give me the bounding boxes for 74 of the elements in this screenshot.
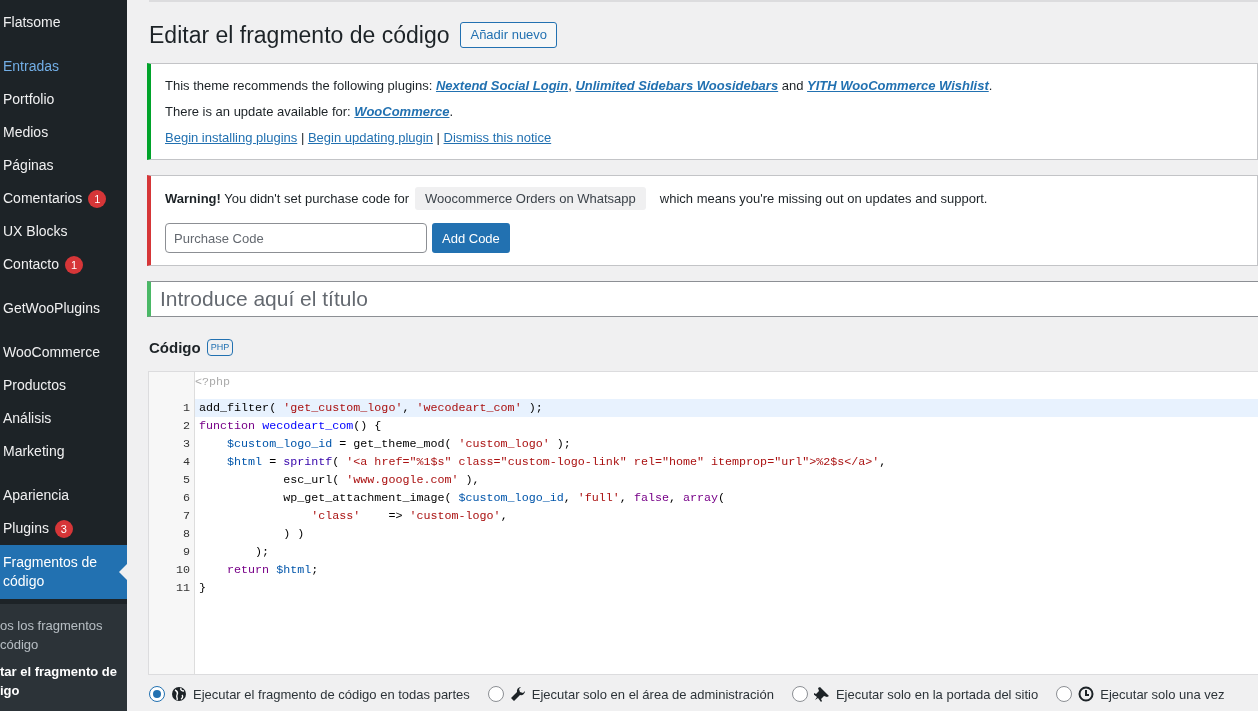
submenu-item[interactable]: tar el fragmento de igo [0,658,127,704]
line-number: 7 [182,508,191,525]
separator-text: | [299,130,306,145]
code-line: esc_url( 'www.google.com' ), [282,472,481,489]
line-number: 2 [182,418,191,435]
menu-item[interactable]: Comentarios 1 [0,182,127,215]
option-label[interactable]: Ejecutar el fragmento de código en todas partes [193,686,470,702]
code-line: $custom_logo_id = get_theme_mod( 'custom_logo' ); [226,436,572,453]
menu-item[interactable]: Análisis [0,402,127,435]
separator-text: | [435,130,441,145]
count-badge: 1 [88,189,107,208]
count-badge: 1 [65,255,84,274]
menu-item[interactable]: GetWooPlugins [0,292,127,325]
code-line: ); [254,544,271,561]
plugin-link[interactable]: YITH WooCommerce Wishlist [807,78,989,93]
code-line: 'class' => 'custom-logo', [310,508,509,525]
menu-item[interactable]: Medios [0,116,127,149]
globe-icon [171,686,187,702]
menu-item[interactable]: Contacto 1 [0,248,127,281]
clock-icon [1078,686,1095,702]
code-line: function wecodeart_com() { [198,418,383,435]
code-line: $html = sprintf( '<a href="%1$s" class="custom-logo-link" rel="home" itemprop="url">%2$s</a>', [226,454,888,471]
line-number: 6 [182,490,191,507]
line-number: 4 [182,454,191,471]
warning-text: Warning! You didn't set purchase code for [165,191,410,206]
code-line: } [198,580,207,597]
code-line: <?php [195,374,232,391]
plugin-link[interactable]: Unlimited Sidebars Woosidebars [575,78,779,93]
line-number: 5 [182,472,191,489]
notice-link[interactable]: Dismiss this notice [443,130,552,145]
menu-item[interactable]: Portfolio [0,83,127,116]
code-line: ) ) [282,526,306,543]
notice-link[interactable]: Begin updating plugin [307,130,433,145]
line-number: 11 [174,580,191,597]
title-field[interactable]: Introduce aquí el título [147,281,1258,317]
page-title: Editar el fragmento de código [149,21,450,50]
option-label[interactable]: Ejecutar solo una vez [1100,686,1225,702]
notice-text: This theme recommends the following plugins: Nextend Social Login, Unlimited Sidebars Woosidebars and YITH WooCommerce Wishlist. [165,77,994,95]
line-number: 1 [182,400,191,417]
menu-item[interactable]: Páginas [0,149,127,182]
add-code-button[interactable]: Add Code [432,223,510,253]
menu-item[interactable]: Marketing [0,435,127,468]
line-number: 8 [182,526,191,543]
option-label[interactable]: Ejecutar solo en el área de administración [531,686,774,702]
purchase-code-field[interactable]: Purchase Code [165,223,427,253]
add-new-button[interactable]: Añadir nuevo [460,22,558,48]
code-line: return $html; [226,562,320,579]
submenu-item[interactable]: os los fragmentos código [0,612,127,658]
option-label[interactable]: Ejecutar solo en la portada del sitio [835,686,1039,702]
radio-button[interactable] [1056,686,1073,702]
language-badge: PHP [206,339,234,356]
code-line: wp_get_attachment_image( $custom_logo_id, 'full', false, array( [282,490,727,507]
menu-item[interactable]: Entradas [0,50,127,83]
menu-item[interactable]: Apariencia [0,479,127,512]
line-number: 3 [182,436,191,453]
line-number: 9 [182,544,191,561]
menu-item[interactable]: Productos [0,369,127,402]
line-number: 10 [174,562,191,579]
menu-item[interactable]: UX Blocks [0,215,127,248]
menu-item[interactable]: Flatsome [0,6,127,39]
pin-icon [813,686,830,702]
menu-item[interactable]: Fragmentos de código [0,545,127,599]
count-badge: 3 [54,519,73,538]
radio-button[interactable] [487,686,504,702]
radio-button[interactable] [791,686,808,702]
notice-link[interactable]: Begin installing plugins [165,130,298,145]
warning-text: which means you're missing out on updates and support. [659,191,988,206]
radio-button[interactable] [149,686,165,702]
plugin-name-tag: Woocommerce Orders on Whatsapp [415,187,646,210]
menu-item[interactable]: WooCommerce [0,336,127,369]
notice-text: There is an update available for: WooCommerce. [165,103,455,121]
section-heading: Código [149,339,201,356]
menu-item[interactable]: Plugins 3 [0,512,127,545]
wrench-icon [509,686,526,702]
